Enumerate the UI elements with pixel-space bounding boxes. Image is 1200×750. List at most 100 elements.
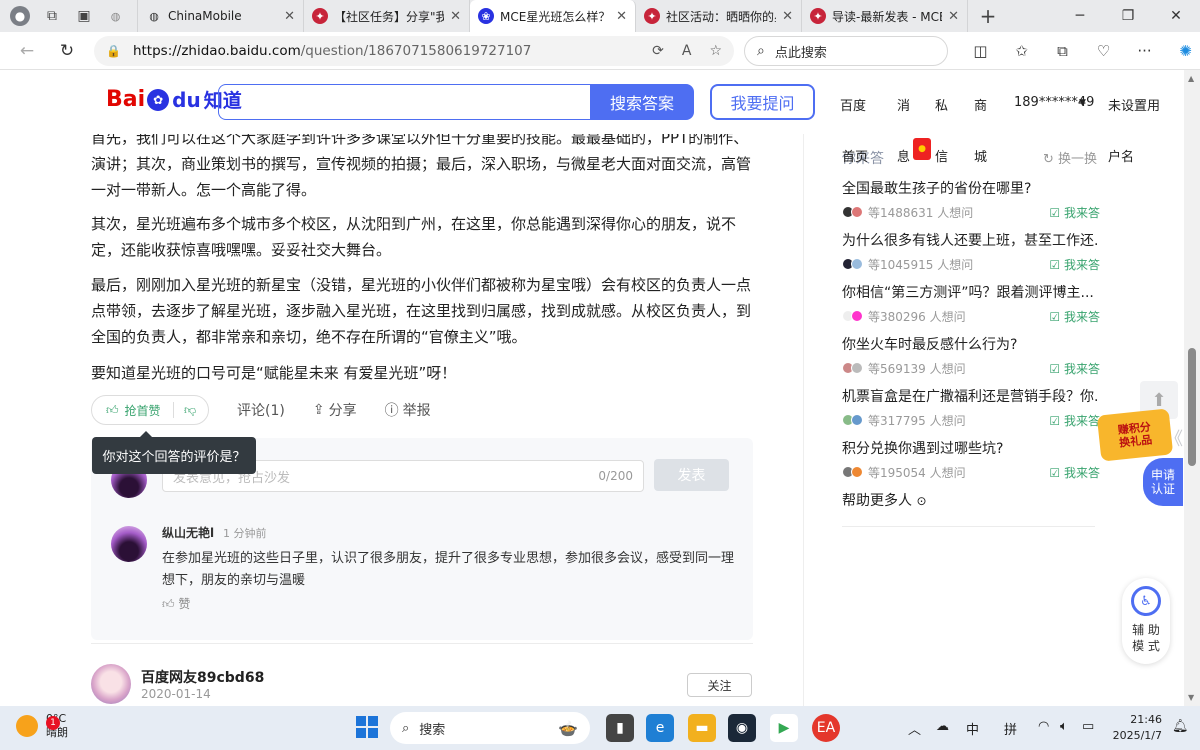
comment-button[interactable]: 评论(1) [237,400,285,420]
battery-icon[interactable]: ▭ [1082,719,1094,734]
copilot-icon[interactable]: ✺ [1165,42,1200,60]
browser-search-input[interactable]: ⌕ 点此搜索 [744,36,948,66]
page-scrollbar[interactable]: ▲ ▼ [1184,70,1200,706]
steam-icon[interactable]: ◉ [728,714,756,742]
red-envelope-icon[interactable]: ● [913,138,931,160]
ea-icon[interactable]: EA [812,714,840,742]
nav-letters-overlay[interactable]: 信 [935,146,948,165]
onedrive-icon[interactable]: ☁ [936,719,949,734]
question-link[interactable]: 积分兑换你遇到过哪些坑? [842,438,1100,458]
question-search-input[interactable] [218,84,590,120]
tab-4[interactable]: ✦ 社区活动：晒晒你的星 ✕ [636,0,802,32]
refresh-icon[interactable]: ↻ [50,34,84,68]
nav-username-overlay[interactable]: 户名 [1108,146,1134,165]
minimize-icon[interactable]: ─ [1056,0,1104,32]
question-link[interactable]: 全国最敢生孩子的省份在哪里? [842,178,1100,198]
nav-messages-overlay[interactable]: 息 [897,146,910,165]
dislike-button[interactable]: 👎︎ [174,403,196,418]
favorite-star-icon[interactable]: ☆ [709,43,722,59]
answer-button[interactable]: ☑ 我来答 [1049,360,1100,377]
taskbar-search[interactable]: ⌕ 搜索 🍲 [390,712,590,744]
close-icon[interactable]: ✕ [616,9,627,24]
nav-mall-overlay[interactable]: 城 [974,146,987,165]
nav-private[interactable]: 私 [935,95,948,114]
commenter-name[interactable]: 纵山无艳l [162,524,214,541]
favorites-icon[interactable]: ✩ [1001,42,1042,60]
help-more-link[interactable]: 帮助更多人 ⊙ [842,490,927,510]
translate-icon[interactable]: ⟳ [652,43,664,59]
chevron-down-icon[interactable]: ▼ [1079,98,1086,108]
answer-button[interactable]: ☑ 我来答 [1049,412,1100,429]
browser-essentials-icon[interactable]: ♡ [1083,42,1124,60]
split-screen-icon[interactable]: ◫ [960,42,1001,60]
weather-widget[interactable]: 1 0°C晴朗 [16,712,68,740]
scroll-down-icon[interactable]: ▼ [1188,693,1194,702]
follow-button[interactable]: 关注 [687,673,752,697]
like-button[interactable]: 👍︎ 抢首赞 [92,402,174,418]
answerer-name[interactable]: 百度网友89cbd68 [141,667,264,687]
search-answer-button[interactable]: 搜索答案 [590,84,694,120]
close-icon[interactable]: ✕ [284,9,295,24]
workspaces-icon[interactable]: ⧉ [36,0,68,32]
refresh-questions-button[interactable]: ↻ 换一换 [1043,148,1097,167]
collapse-chevron-icon[interactable]: 《 [1165,425,1183,451]
answer-button[interactable]: ☑ 我来答 [1049,256,1100,273]
ask-question-button[interactable]: 我要提问 [710,84,815,120]
share-button[interactable]: ⇪ 分享 [313,400,357,420]
question-link[interactable]: 机票盲盒是在广撒福利还是营销手段？你... [842,386,1100,406]
profile-icon[interactable]: ● [4,0,36,32]
play-store-icon[interactable]: ▶ [770,714,798,742]
tab-2[interactable]: ✦ 【社区任务】分享"我眼 ✕ [304,0,470,32]
ime-chinese[interactable]: 中 [966,719,979,738]
report-button[interactable]: ⓘ 举报 [385,400,431,420]
new-tab-button[interactable]: + [968,0,1008,32]
show-hidden-icons[interactable]: ︿ [908,719,921,738]
file-explorer-icon[interactable]: ▬ [688,714,716,742]
nav-baidu[interactable]: 百度 [840,95,866,114]
notifications-icon[interactable]: 🔔︎ [1172,719,1189,734]
assist-mode-button[interactable]: ♿︎ 辅 助 模 式 [1122,578,1170,664]
earn-points-button[interactable]: 赚积分 换礼品 [1096,408,1174,462]
collections-icon[interactable]: ⧉ [1042,42,1083,60]
read-aloud-icon[interactable]: A [682,43,692,59]
answer-button[interactable]: ☑ 我来答 [1049,308,1100,325]
tab-pinned[interactable]: ◍ [100,0,138,32]
nav-username[interactable]: 未设置用 [1108,95,1160,114]
answer-button[interactable]: ☑ 我来答 [1049,204,1100,221]
task-view-icon[interactable]: ▮ [606,714,634,742]
back-icon[interactable]: ← [10,34,44,68]
avatar[interactable] [111,526,147,562]
close-window-icon[interactable]: ✕ [1152,0,1200,32]
scrollbar-thumb[interactable] [1188,348,1196,466]
system-clock[interactable]: 21:46 2025/1/7 [1112,712,1162,744]
question-link[interactable]: 你相信“第三方测评”吗？跟着测评博主... [842,282,1100,302]
tab-3[interactable]: ❀ MCE星光班怎么样？_百 ✕ [470,0,636,32]
tab-5[interactable]: ✦ 导读-最新发表 - MCE ✕ [802,0,968,32]
maximize-icon[interactable]: ❐ [1104,0,1152,32]
wifi-icon[interactable]: ◠ [1038,719,1049,734]
apply-certification-button[interactable]: 申请 认证 [1143,458,1183,506]
comment-like-button[interactable]: 👍︎ 赞 [162,595,190,612]
close-icon[interactable]: ✕ [450,9,461,24]
start-button[interactable] [356,716,378,738]
close-icon[interactable]: ✕ [782,9,793,24]
avatar[interactable] [91,664,131,704]
answer-button[interactable]: ☑ 我来答 [1049,464,1100,481]
post-comment-button[interactable]: 发表 [654,459,729,491]
more-menu-icon[interactable]: ··· [1124,42,1165,60]
nav-home[interactable]: 首页 [842,146,868,165]
nav-shop[interactable]: 商 [974,95,987,114]
nav-messages[interactable]: 消 [897,95,910,114]
volume-icon[interactable]: 🔈︎ [1060,719,1068,734]
question-link[interactable]: 为什么很多有钱人还要上班，甚至工作还... [842,230,1100,250]
ime-pinyin[interactable]: 拼 [1004,719,1017,738]
tab-title: 导读-最新发表 - MCE [832,9,943,24]
list-item: 为什么很多有钱人还要上班，甚至工作还... 等1045915 人想问 ☑ 我来答 [842,230,1100,272]
url-bar[interactable]: 🔒 https://zhidao.baidu.com/question/1867… [94,36,734,66]
tab-1[interactable]: ◍ ChinaMobile ✕ [138,0,304,32]
edge-icon[interactable]: e [646,714,674,742]
tab-actions-icon[interactable]: ▣ [68,0,100,32]
scroll-up-icon[interactable]: ▲ [1188,74,1194,83]
question-link[interactable]: 你坐火车时最反感什么行为? [842,334,1100,354]
close-icon[interactable]: ✕ [948,9,959,24]
